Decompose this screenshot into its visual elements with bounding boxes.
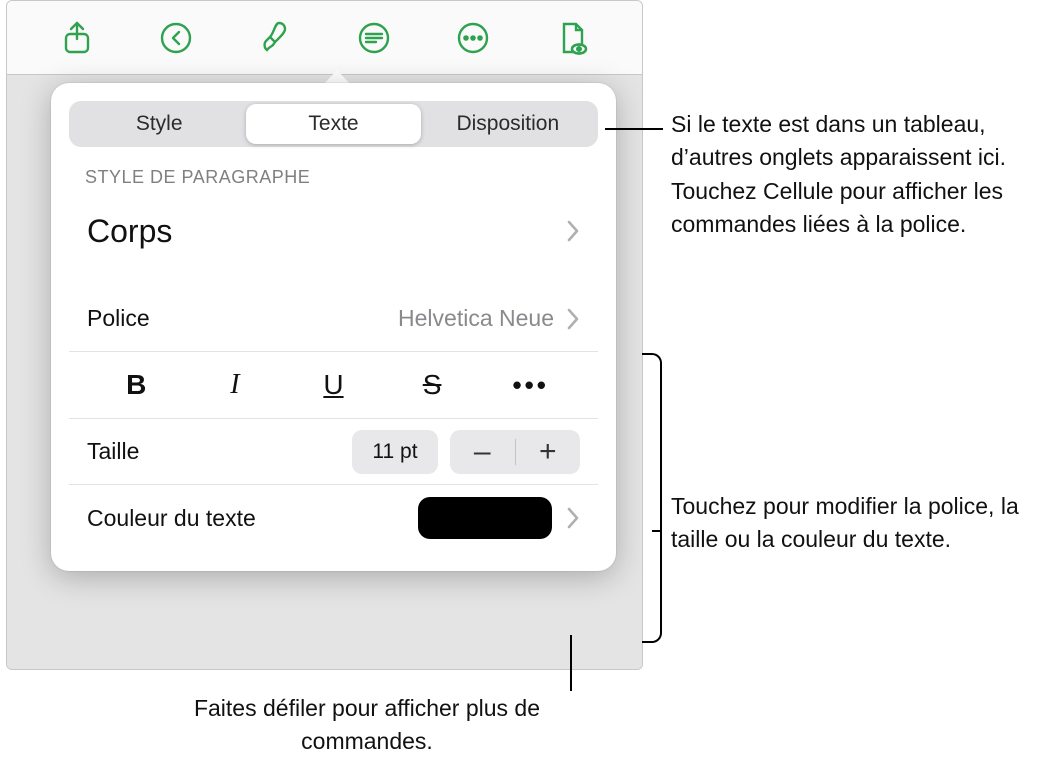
callout-bracket-modify — [642, 353, 662, 643]
size-value-box[interactable]: 11 pt — [352, 430, 438, 474]
insert-icon — [356, 20, 392, 56]
format-popover: Style Texte Disposition STYLE DE PARAGRA… — [51, 83, 616, 571]
text-color-swatch[interactable] — [418, 497, 552, 539]
tab-texte[interactable]: Texte — [246, 104, 420, 144]
share-button[interactable] — [55, 16, 99, 60]
callout-scroll: Faites défiler pour afficher plus de com… — [190, 692, 544, 759]
size-row: Taille 11 pt – + — [69, 419, 598, 485]
strikethrough-button[interactable]: S — [383, 352, 482, 418]
undo-icon — [158, 20, 194, 56]
chevron-right-icon — [566, 308, 580, 330]
chevron-right-icon — [566, 220, 580, 242]
underline-button[interactable]: U — [284, 352, 383, 418]
format-button[interactable] — [253, 16, 297, 60]
biu-row: B I U S ••• — [69, 352, 598, 419]
section-header-paragraphe: STYLE DE PARAGRAPHE — [51, 167, 616, 198]
paragraph-style-name: Corps — [87, 213, 172, 250]
tab-style[interactable]: Style — [72, 104, 246, 144]
paragraph-style-card: Corps — [69, 198, 598, 264]
paintbrush-icon — [257, 20, 293, 56]
callout-tabs: Si le texte est dans un tableau, d’autre… — [671, 108, 1041, 241]
more-button[interactable] — [451, 16, 495, 60]
app-window: Style Texte Disposition STYLE DE PARAGRA… — [6, 0, 643, 670]
callout-leader-tabs — [605, 128, 663, 130]
tab-disposition[interactable]: Disposition — [421, 104, 595, 144]
text-options-card: Police Helvetica Neue B I U S ••• Taille… — [69, 286, 598, 551]
share-icon — [59, 20, 95, 56]
document-eye-icon — [554, 20, 590, 56]
insert-button[interactable] — [352, 16, 396, 60]
italic-button[interactable]: I — [186, 352, 285, 418]
callout-leader-modify — [652, 530, 662, 532]
font-row[interactable]: Police Helvetica Neue — [69, 286, 598, 352]
size-decrease-button[interactable]: – — [450, 430, 515, 474]
text-color-label: Couleur du texte — [87, 505, 256, 532]
toolbar — [7, 1, 642, 75]
size-stepper: – + — [450, 430, 580, 474]
size-label: Taille — [87, 438, 139, 465]
segmented-control: Style Texte Disposition — [69, 101, 598, 147]
paragraph-style-row[interactable]: Corps — [69, 198, 598, 264]
more-styles-button[interactable]: ••• — [481, 352, 580, 418]
font-label: Police — [87, 305, 150, 332]
view-options-button[interactable] — [550, 16, 594, 60]
bold-button[interactable]: B — [87, 352, 186, 418]
font-value: Helvetica Neue — [398, 305, 554, 332]
text-color-row[interactable]: Couleur du texte — [69, 485, 598, 551]
callout-modify: Touchez pour modifier la police, la tail… — [671, 490, 1041, 557]
more-icon — [455, 20, 491, 56]
size-increase-button[interactable]: + — [516, 430, 581, 474]
chevron-right-icon — [566, 507, 580, 529]
callout-leader-scroll — [570, 635, 572, 691]
paragraph-style-section: STYLE DE PARAGRAPHE Corps — [51, 147, 616, 264]
undo-button[interactable] — [154, 16, 198, 60]
